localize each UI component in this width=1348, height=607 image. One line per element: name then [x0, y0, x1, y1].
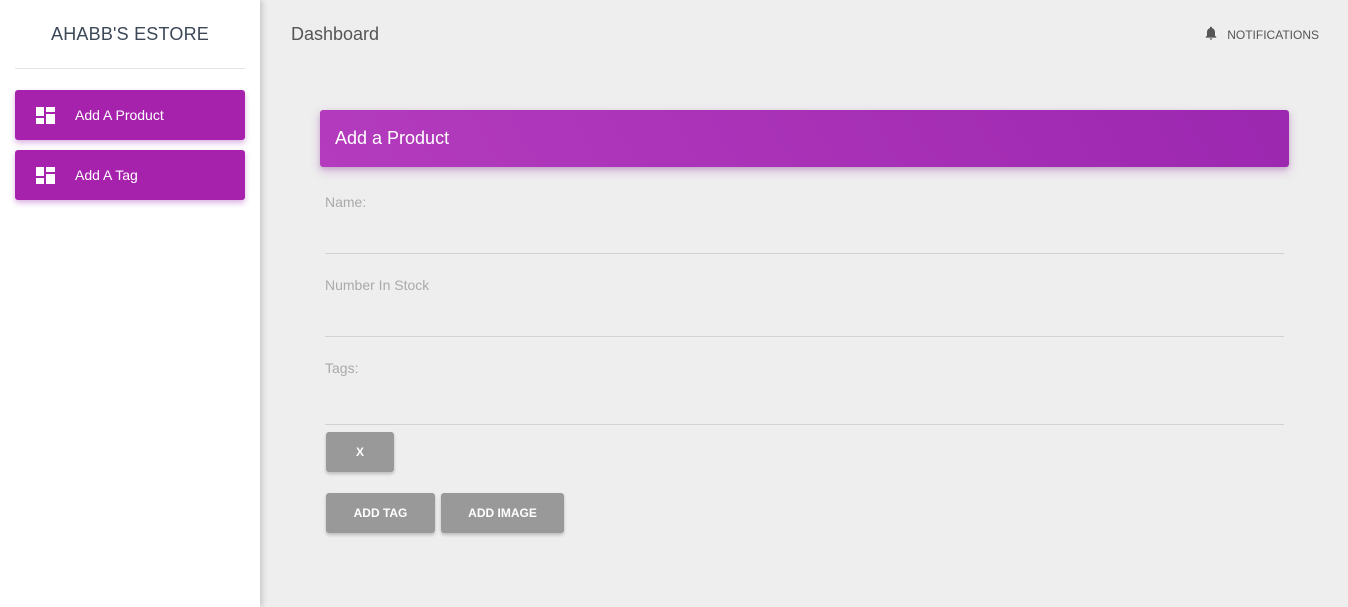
sidebar-item-add-product[interactable]: Add A Product — [15, 90, 245, 140]
tags-input[interactable] — [325, 391, 1284, 425]
name-field: Name: — [325, 194, 1284, 254]
bell-icon — [1203, 25, 1219, 44]
card-header: Add a Product — [320, 110, 1289, 167]
sidebar: AHABB'S ESTORE Add A Product Add A Tag — [0, 0, 260, 607]
notifications-button[interactable]: NOTIFICATIONS — [1203, 25, 1319, 44]
remove-tag-button[interactable]: X — [326, 432, 394, 472]
page-title[interactable]: Dashboard — [291, 24, 379, 45]
sidebar-item-label: Add A Product — [75, 107, 164, 123]
name-input[interactable] — [325, 220, 1284, 254]
topbar: Dashboard NOTIFICATIONS — [260, 0, 1348, 69]
stock-input[interactable] — [325, 303, 1284, 337]
brand-logo[interactable]: AHABB'S ESTORE — [15, 0, 245, 69]
dashboard-icon — [35, 165, 55, 185]
sidebar-item-label: Add A Tag — [75, 167, 138, 183]
tags-field: Tags: — [325, 360, 1284, 425]
stock-label: Number In Stock — [325, 277, 430, 293]
notifications-label: NOTIFICATIONS — [1227, 27, 1319, 42]
sidebar-item-add-tag[interactable]: Add A Tag — [15, 150, 245, 200]
stock-field: Number In Stock — [325, 277, 1284, 337]
sidebar-nav: Add A Product Add A Tag — [0, 69, 260, 200]
dashboard-icon — [35, 105, 55, 125]
add-image-button[interactable]: ADD IMAGE — [441, 493, 564, 533]
tags-label: Tags: — [325, 360, 359, 376]
card-title: Add a Product — [335, 128, 450, 148]
add-tag-button[interactable]: ADD TAG — [326, 493, 435, 533]
name-label: Name: — [325, 194, 367, 210]
